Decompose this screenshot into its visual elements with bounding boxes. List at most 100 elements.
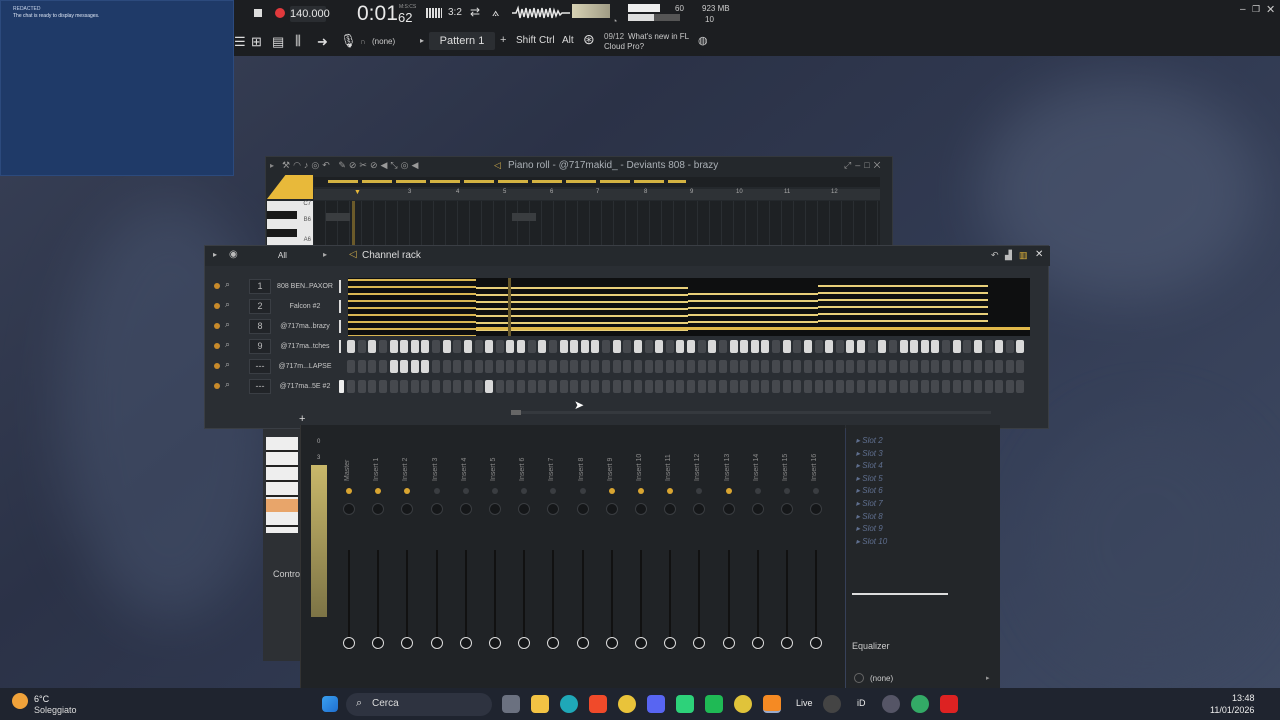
chrome-icon[interactable] [618,695,636,713]
channel-row[interactable]: ⌕ --- @717m...LAPSE [205,357,1050,376]
step-pad[interactable] [400,340,408,353]
step-pad[interactable] [1005,340,1014,353]
select-indicator[interactable] [339,340,341,353]
step-pad[interactable] [1005,360,1014,373]
pan-knob-icon[interactable]: ⌕ [225,379,230,390]
step-pad[interactable] [782,380,791,393]
step-pad[interactable] [878,380,886,393]
metronome-icon[interactable]: ⟑ [492,5,499,20]
step-pad[interactable] [835,340,844,353]
discord-icon[interactable] [647,695,665,713]
mixer-icon[interactable]: ⫼ [295,33,301,49]
app-icon[interactable] [823,695,841,713]
output-icon[interactable] [854,673,864,683]
step-pad[interactable] [495,380,504,393]
step-pad[interactable] [920,360,929,373]
step-pad[interactable] [867,340,876,353]
step-pad[interactable] [708,380,716,393]
fx-slot[interactable]: ▸ Slot 5 [856,474,883,483]
step-pad[interactable] [782,340,791,353]
step-pad[interactable] [676,340,684,353]
step-pad[interactable] [931,360,939,373]
send-knob[interactable] [664,637,677,649]
step-pad[interactable] [1016,340,1024,353]
master-strip[interactable]: Master [335,425,363,690]
file-explorer-icon[interactable] [531,695,549,713]
loop-record-icon[interactable]: ⇄ [470,5,480,19]
step-pad[interactable] [559,340,568,353]
step-pad[interactable] [389,340,398,353]
send-knob[interactable] [547,637,560,649]
step-pad[interactable] [347,360,355,373]
pan-knob-icon[interactable]: ⌕ [225,319,230,330]
step-sequencer[interactable] [347,360,1031,373]
news-headline[interactable]: What's new in FL [628,32,689,41]
note-block[interactable] [512,213,536,221]
search-box[interactable]: ⌕ Cerca [346,693,492,716]
step-pad[interactable] [676,380,684,393]
step-pad[interactable] [708,340,716,353]
step-pad[interactable] [931,380,939,393]
select-indicator[interactable] [339,280,341,293]
step-pad[interactable] [761,340,769,353]
step-pad[interactable] [570,340,578,353]
step-pad[interactable] [952,360,961,373]
step-pad[interactable] [357,340,366,353]
step-pad[interactable] [740,360,748,373]
step-pad[interactable] [538,360,546,373]
step-pad[interactable] [368,340,376,353]
step-pad[interactable] [474,360,483,373]
step-pad[interactable] [602,340,610,353]
send-knob[interactable] [693,637,706,649]
volume-fader[interactable] [610,550,613,650]
pan-knob[interactable] [664,503,677,515]
weather-sun-icon[interactable] [12,693,28,709]
step-pad[interactable] [697,360,706,373]
step-pad[interactable] [846,340,854,353]
pan-knob[interactable] [459,503,472,515]
brave-icon[interactable] [589,695,607,713]
step-pad[interactable] [718,380,727,393]
mute-led[interactable] [813,488,820,494]
step-pad[interactable] [1016,360,1024,373]
step-pad[interactable] [942,340,950,353]
step-pad[interactable] [527,340,536,353]
select-indicator[interactable] [339,300,341,313]
step-pad[interactable] [442,340,451,353]
volume-fader[interactable] [756,550,759,650]
fx-slot[interactable]: ▸ Slot 7 [856,499,883,508]
mute-led[interactable] [550,488,557,494]
mute-led[interactable] [375,488,382,494]
insert-strip[interactable]: Insert 2 [393,425,421,690]
pan-knob-icon[interactable]: ⌕ [225,359,230,370]
step-pad[interactable] [942,380,950,393]
step-pad[interactable] [697,380,706,393]
volume-fader[interactable] [581,550,584,650]
insert-strip[interactable]: Insert 12 [685,425,713,690]
insert-strip[interactable]: Insert 4 [452,425,480,690]
step-pad[interactable] [655,340,663,353]
send-knob[interactable] [576,637,589,649]
step-pad[interactable] [612,360,621,373]
channel-name[interactable]: @717ma..5E #2 [275,380,335,393]
step-pad[interactable] [803,360,812,373]
weather-status[interactable]: Soleggiato [34,705,77,715]
step-pad[interactable] [580,380,589,393]
insert-strip[interactable]: Insert 11 [656,425,684,690]
step-pad[interactable] [655,380,663,393]
volume-fader[interactable] [348,550,350,650]
pan-knob[interactable] [605,503,618,515]
step-pad[interactable] [591,360,599,373]
step-pad[interactable] [782,360,791,373]
fx-slot[interactable]: ▸ Slot 4 [856,461,883,470]
app-icon[interactable] [911,695,929,713]
step-pad[interactable] [973,340,982,353]
tempo-display[interactable]: 140.000 [290,6,330,22]
group-filter[interactable]: All [278,251,287,260]
channel-row[interactable]: ⌕ --- @717ma..5E #2 [205,377,1050,396]
news-icon[interactable]: ⊛ [583,31,595,48]
piano-keyboard[interactable]: C7 B6 A6 [267,201,313,249]
pan-knob[interactable] [576,503,589,515]
task-view-icon[interactable] [502,695,520,713]
mute-led[interactable] [214,303,220,309]
